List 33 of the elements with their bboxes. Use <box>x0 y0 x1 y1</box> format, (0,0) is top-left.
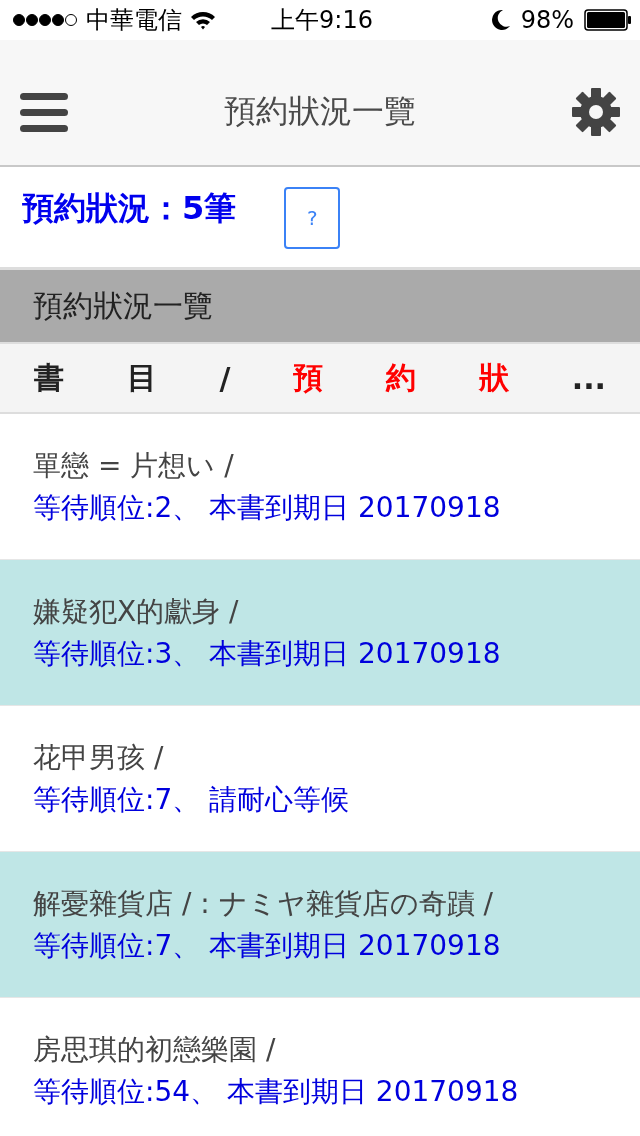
menu-icon[interactable] <box>20 90 68 133</box>
reservation-status: 等待順位:54、 本書到期日 20170918 <box>33 1073 520 1110</box>
moon-icon <box>490 9 511 31</box>
column-heading: / <box>219 360 231 396</box>
clock-time: 上午9:16 <box>271 5 373 36</box>
help-button[interactable]: ? <box>284 187 341 249</box>
reservation-count: 預約狀況：5筆 <box>22 188 237 229</box>
signal-icon <box>12 13 78 27</box>
carrier-name: 中華電信 <box>86 5 182 36</box>
nav-title: 預約狀況一覽 <box>224 90 416 132</box>
column-heading: 狀 <box>478 358 509 397</box>
settings-icon[interactable] <box>572 87 620 136</box>
column-heading: 約 <box>386 358 417 397</box>
section-title: 預約狀況一覽 <box>33 286 213 325</box>
wifi-icon <box>190 10 216 30</box>
column-heading: ... <box>571 360 606 396</box>
reservation-row[interactable]: 解憂雜貨店 / : ナミヤ雜貨店の奇蹟 / 等待順位:7、 本書到期日 20170918 <box>0 852 640 998</box>
reservation-status: 等待順位:2、 本書到期日 20170918 <box>33 489 502 526</box>
book-title: 嫌疑犯X的獻身 / <box>33 593 240 630</box>
book-title: 房思琪的初戀樂園 / <box>33 1031 277 1068</box>
book-title: 花甲男孩 / <box>33 739 165 776</box>
reservation-status: 等待順位:7、 本書到期日 20170918 <box>33 927 502 964</box>
column-heading: 預 <box>293 358 324 397</box>
book-title: 解憂雜貨店 / : ナミヤ雜貨店の奇蹟 / <box>33 885 494 922</box>
column-heading: 書 <box>34 358 64 397</box>
battery-percent: 98% <box>520 6 574 34</box>
reservation-status: 等待順位:7、 請耐心等候 <box>33 781 351 818</box>
reservation-row[interactable]: 房思琪的初戀樂園 / 等待順位:54、 本書到期日 20170918 <box>0 998 640 1136</box>
column-heading: 目 <box>126 358 157 397</box>
reservation-row[interactable]: 嫌疑犯X的獻身 / 等待順位:3、 本書到期日 20170918 <box>0 560 640 706</box>
reservation-status: 等待順位:3、 本書到期日 20170918 <box>33 635 502 672</box>
battery-icon <box>584 9 632 31</box>
book-title: 單戀 = 片想い / <box>33 447 235 484</box>
